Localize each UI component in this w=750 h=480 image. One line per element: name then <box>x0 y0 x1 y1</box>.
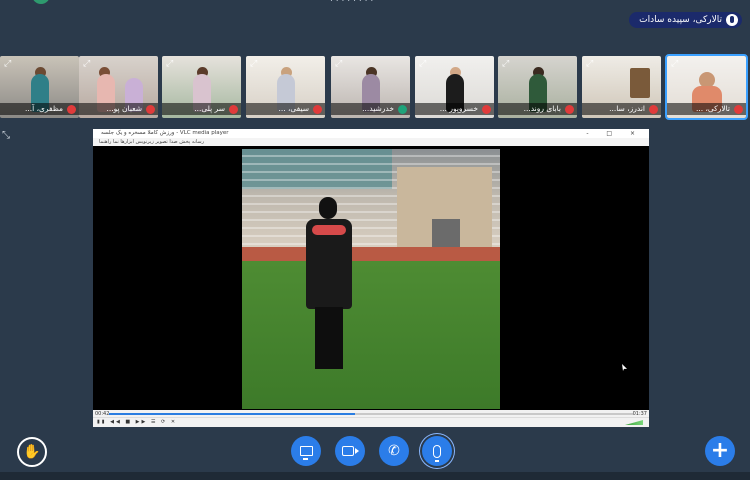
expand-icon[interactable]: ⤢ <box>419 59 426 69</box>
expand-icon[interactable]: ⤢ <box>4 59 11 69</box>
expand-icon[interactable]: ⤢ <box>335 59 342 69</box>
phone-button[interactable]: ✆ <box>379 436 409 466</box>
participant-thumbnails: ⤢ مظفری، آ... ⤢ شعبان پو... ⤢ سر پلی... … <box>0 54 750 120</box>
add-button[interactable]: + <box>705 436 735 466</box>
shared-window-controls: - □ × <box>586 130 643 137</box>
top-garbled-text: ، ، ، ، ، ، ، ، <box>330 0 373 4</box>
expand-icon[interactable]: ⤢ <box>250 59 257 69</box>
mic-muted-icon <box>146 105 155 114</box>
participant-tile[interactable]: ⤢ اندرز، سا... <box>582 56 661 118</box>
hand-icon: ✋ <box>23 444 41 460</box>
expand-icon[interactable]: ⤢ <box>671 59 678 69</box>
presenter-chip[interactable]: تالارکی، سپیده سادات <box>629 12 742 28</box>
mic-muted-icon <box>649 105 658 114</box>
collapse-thumbnails-icon[interactable]: ⤡ <box>2 130 10 141</box>
expand-icon[interactable]: ⤢ <box>166 59 173 69</box>
shared-window-menubar: رسانه پخش صدا تصویر زیرنویس ابزارها نما … <box>93 138 649 146</box>
camera-icon <box>342 446 359 456</box>
shared-screen: ورزش کاملا مسخره و یک جلسه - VLC media p… <box>93 129 649 427</box>
screen-share-icon <box>299 446 313 460</box>
phone-icon: ✆ <box>388 443 400 459</box>
expand-icon[interactable]: ⤢ <box>586 59 593 69</box>
share-screen-button[interactable] <box>291 436 321 466</box>
plus-icon: + <box>710 438 730 463</box>
microphone-button[interactable] <box>422 436 452 466</box>
mic-muted-icon <box>565 105 574 114</box>
mic-muted-icon <box>67 105 76 114</box>
bottom-strip <box>0 472 750 480</box>
shared-window-menu: رسانه پخش صدا تصویر زیرنویس ابزارها نما … <box>99 139 205 145</box>
participant-tile[interactable]: ⤢ سیفی، ... <box>246 56 325 118</box>
participant-tile[interactable]: ⤢ خدرشید... <box>331 56 410 118</box>
expand-icon[interactable]: ⤢ <box>83 59 90 69</box>
volume-icon <box>625 420 643 425</box>
session-status-button[interactable] <box>32 0 50 4</box>
video-frame <box>242 149 500 409</box>
mic-muted-icon <box>313 105 322 114</box>
expand-icon[interactable]: ⤢ <box>502 59 509 69</box>
microphone-icon <box>433 444 441 462</box>
mic-muted-icon <box>229 105 238 114</box>
seek-progress <box>109 413 356 415</box>
mic-muted-icon <box>734 105 743 114</box>
participant-tile[interactable]: ⤢ مظفری، آ... <box>0 56 79 118</box>
player-controls: ▮▮ ◀◀ ■ ▶▶ ☰ ⟳ ✕ <box>93 417 649 427</box>
presenter-name: تالارکی، سپیده سادات <box>639 15 722 25</box>
meeting-toolbar: ✋ ✆ + <box>0 436 750 468</box>
mic-muted-icon <box>482 105 491 114</box>
participant-tile[interactable]: ⤢ خسروپور ... <box>415 56 494 118</box>
participant-tile-active[interactable]: ⤢ تالارکی، ... <box>665 54 748 120</box>
top-strip: ، ، ، ، ، ، ، ، <box>0 0 750 8</box>
headset-icon <box>398 105 407 114</box>
camera-button[interactable] <box>335 436 365 466</box>
player-control-glyphs: ▮▮ ◀◀ ■ ▶▶ ☰ ⟳ ✕ <box>97 419 178 425</box>
participant-tile[interactable]: ⤢ شعبان پو... <box>79 56 158 118</box>
participant-tile[interactable]: ⤢ بابای روند... <box>498 56 577 118</box>
shared-window-title: ورزش کاملا مسخره و یک جلسه - VLC media p… <box>101 130 229 136</box>
presenter-mic-icon <box>726 14 738 26</box>
raise-hand-button[interactable]: ✋ <box>17 437 47 467</box>
participant-tile[interactable]: ⤢ سر پلی... <box>162 56 241 118</box>
